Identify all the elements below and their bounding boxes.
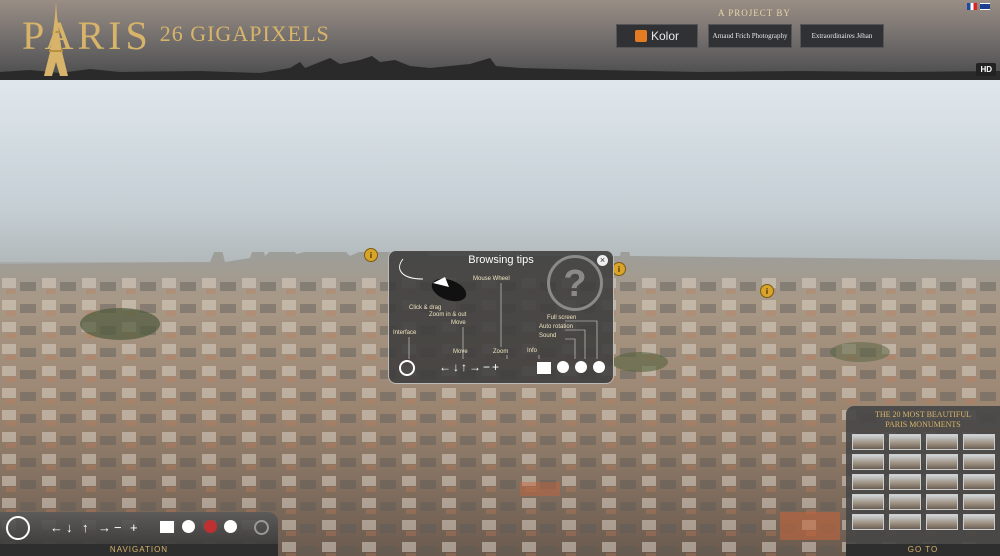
goto-label[interactable]: GO TO [846, 544, 1000, 556]
tips-control-preview: ←↓↑→−+ [395, 360, 607, 378]
monument-thumbnail[interactable] [889, 434, 921, 450]
monument-thumbnail[interactable] [852, 494, 884, 510]
monuments-title-line2: PARIS MONUMENTS [885, 420, 961, 429]
monument-thumbnail[interactable] [963, 494, 995, 510]
monument-thumbnails [852, 434, 995, 530]
kolor-logo-icon [634, 30, 647, 42]
pan-up-button[interactable]: ↑ [82, 520, 89, 536]
compass-button[interactable] [6, 516, 30, 540]
hotspot-marker[interactable]: i [760, 284, 774, 298]
hd-toggle-button[interactable]: HD [976, 63, 996, 76]
monument-thumbnail[interactable] [926, 474, 958, 490]
pan-left-button[interactable]: ← [50, 520, 63, 536]
monument-thumbnail[interactable] [889, 474, 921, 490]
logo-main-text: PARIS [22, 13, 152, 58]
monument-thumbnail[interactable] [926, 514, 958, 530]
sponsor-extraordinaires[interactable]: Extraordinaires Jéhan [800, 24, 884, 48]
site-logo[interactable]: PARIS 26 GIGAPIXELS [22, 12, 330, 59]
zoom-out-button[interactable]: − [114, 520, 122, 536]
sponsor-kolor[interactable]: Kolor [616, 24, 698, 48]
monuments-panel: THE 20 MOST BEAUTIFUL PARIS MONUMENTS [846, 406, 1000, 556]
monuments-title: THE 20 MOST BEAUTIFUL PARIS MONUMENTS [846, 410, 1000, 430]
hotspot-marker[interactable]: i [364, 248, 378, 262]
sponsor-extraordinaires-label: Extraordinaires Jéhan [811, 32, 873, 40]
uk-flag-icon[interactable] [980, 3, 990, 10]
monument-thumbnail[interactable] [926, 494, 958, 510]
project-label: A PROJECT BY [718, 8, 791, 18]
sound-button[interactable] [182, 520, 195, 533]
monument-thumbnail[interactable] [963, 514, 995, 530]
header-bar: PARIS 26 GIGAPIXELS A PROJECT BY Kolor Ar… [0, 0, 1000, 80]
sponsor-kolor-label: Kolor [650, 29, 679, 43]
navigation-label[interactable]: NAVIGATION [0, 544, 278, 556]
sponsor-arnaud-frich-label: Arnaud Frich Photography [712, 32, 788, 40]
monument-thumbnail[interactable] [926, 434, 958, 450]
monument-thumbnail[interactable] [852, 474, 884, 490]
arrow-keys-icon: ←↓↑→−+ [439, 360, 502, 374]
logo-sub-text: 26 GIGAPIXELS [159, 21, 330, 46]
monument-thumbnail[interactable] [889, 514, 921, 530]
browsing-tips-panel: Browsing tips × ? Mouse Wheel Click & dr… [388, 250, 614, 384]
info-icon [593, 361, 605, 373]
monument-thumbnail[interactable] [852, 514, 884, 530]
language-switcher [967, 3, 990, 10]
hotspot-marker[interactable]: i [612, 262, 626, 276]
fullscreen-icon [537, 362, 551, 374]
autorotate-icon [575, 361, 587, 373]
pan-right-button[interactable]: → [98, 520, 111, 536]
monument-thumbnail[interactable] [852, 434, 884, 450]
help-button[interactable] [254, 520, 269, 535]
monument-thumbnail[interactable] [963, 474, 995, 490]
monument-thumbnail[interactable] [889, 494, 921, 510]
sound-icon [557, 361, 569, 373]
zoom-in-button[interactable]: + [130, 520, 138, 536]
navigation-bar: ← ↓ ↑ → − + NAVIGATION [0, 512, 278, 556]
monument-thumbnail[interactable] [926, 454, 958, 470]
panorama-sky [0, 80, 1000, 262]
fullscreen-button[interactable] [160, 521, 174, 533]
monument-thumbnail[interactable] [889, 454, 921, 470]
pan-down-button[interactable]: ↓ [66, 520, 73, 536]
monument-thumbnail[interactable] [852, 454, 884, 470]
monuments-title-line1: THE 20 MOST BEAUTIFUL [874, 410, 972, 419]
compass-icon [399, 360, 415, 376]
monument-thumbnail[interactable] [963, 454, 995, 470]
sponsor-arnaud-frich[interactable]: Arnaud Frich Photography [708, 24, 792, 48]
french-flag-icon[interactable] [967, 3, 977, 10]
autorotate-off-button[interactable] [204, 520, 217, 533]
info-button[interactable] [224, 520, 237, 533]
monument-thumbnail[interactable] [963, 434, 995, 450]
